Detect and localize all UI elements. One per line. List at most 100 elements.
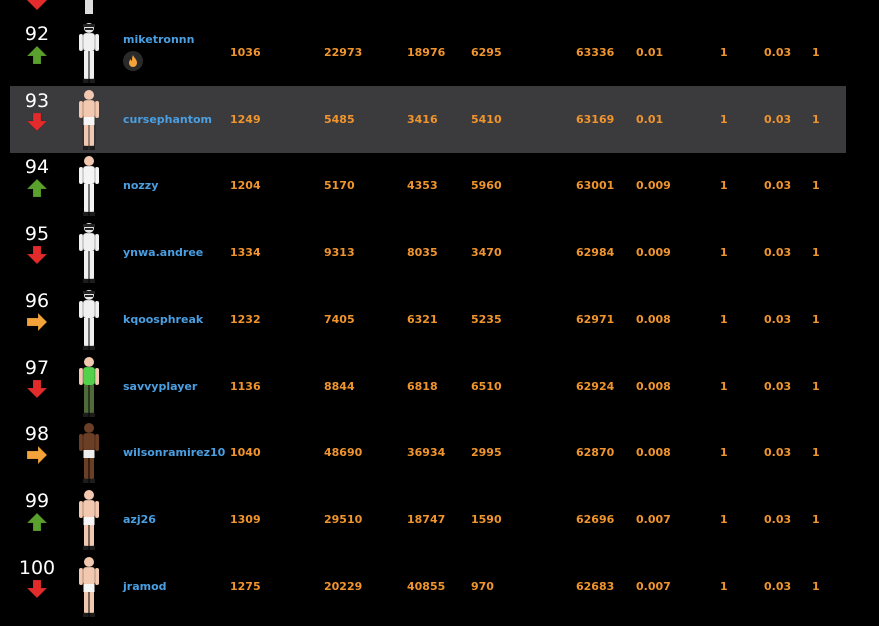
stat-8-cell: 0.03 [764,246,792,260]
stat-4-cell: 6510 [471,379,502,393]
stat-7-cell: 1 [720,512,728,526]
rank-number: 95 [24,223,50,246]
stat-9-cell: 1 [812,112,820,126]
score-cell: 63169 [576,112,615,126]
rank-number: 92 [24,23,50,45]
stat-9-cell: 1 [812,46,820,59]
ratio-cell: 0.01 [636,112,664,126]
stat-1-cell: 1036 [230,46,261,59]
stat-9-cell: 1 [812,246,820,260]
arrow-right-icon [27,446,47,465]
rank-number: 97 [24,356,50,379]
stat-3-cell: 4353 [407,179,438,193]
stat-3-cell: 40855 [407,579,446,593]
ratio-cell: 0.009 [636,179,671,193]
score-cell: 63001 [576,179,615,193]
player-name-link[interactable]: azj26 [123,486,156,553]
stat-2-cell: 48690 [324,446,363,460]
avatar-figure-icon [79,223,99,284]
avatar-figure-icon [79,89,99,150]
stat-4-cell: 5235 [471,312,502,326]
arrow-up-icon [27,46,47,64]
stat-7-cell: 1 [720,579,728,593]
stat-8-cell: 0.03 [764,46,792,59]
stat-4-cell: 3470 [471,246,502,260]
avatar-figure-icon [85,0,93,14]
stat-9-cell: 1 [812,512,820,526]
table-row[interactable]: 99 azj26 1309 29510 18747 1590 62696 0.007 1 0.03… [10,486,846,553]
stat-8-cell: 0.03 [764,512,792,526]
stat-1-cell: 1334 [230,246,261,260]
player-name-link[interactable]: kqoosphreak [123,286,203,353]
rank-number: 100 [18,556,56,579]
rank-number: 93 [24,89,50,112]
stat-2-cell: 7405 [324,312,355,326]
player-name-link[interactable]: nozzy [123,152,158,219]
stat-7-cell: 1 [720,379,728,393]
stat-2-cell: 5485 [324,112,355,126]
stat-4-cell: 2995 [471,446,502,460]
table-row[interactable]: 93 cursephantom 1249 5485 3416 5410 63169 0.01 1… [10,85,846,153]
avatar-figure-icon [79,23,99,83]
score-cell: 62971 [576,312,615,326]
stat-8-cell: 0.03 [764,579,792,593]
avatar-figure-icon [79,356,99,417]
arrow-up-icon [27,179,47,198]
stat-8-cell: 0.03 [764,379,792,393]
stat-9-cell: 1 [812,179,820,193]
stat-4-cell: 1590 [471,512,502,526]
stat-3-cell: 8035 [407,246,438,260]
stat-4-cell: 6295 [471,46,502,59]
stat-2-cell: 20229 [324,579,363,593]
arrow-right-icon [27,312,47,331]
stat-3-cell: 18747 [407,512,446,526]
table-row[interactable]: 94 nozzy 1204 5170 4353 5960 63001 0.009 1 0.03 1 [10,152,846,219]
stat-8-cell: 0.03 [764,446,792,460]
player-name-link[interactable]: savvyplayer [123,353,197,420]
flame-badge-icon [123,51,143,71]
stat-4-cell: 970 [471,579,494,593]
stat-9-cell: 1 [812,312,820,326]
stat-3-cell: 6321 [407,312,438,326]
stat-3-cell: 18976 [407,46,446,59]
stat-8-cell: 0.03 [764,179,792,193]
stat-1-cell: 1040 [230,446,261,460]
avatar-figure-icon [79,156,99,217]
stat-4-cell: 5410 [471,112,502,126]
player-name-link[interactable]: miketronnn [123,33,194,47]
ratio-cell: 0.008 [636,379,671,393]
player-name-link[interactable]: cursephantom [123,86,212,153]
table-row[interactable]: 92 miketronnn 1036 22973 18976 6295 63336 0.01 1… [10,19,846,86]
arrow-up-icon [27,512,47,531]
stat-9-cell: 1 [812,379,820,393]
ratio-cell: 0.007 [636,512,671,526]
leaderboard-table: 92 miketronnn 1036 22973 18976 6295 63336 0.01 1… [0,0,879,626]
ratio-cell: 0.009 [636,246,671,260]
stat-8-cell: 0.03 [764,312,792,326]
table-row[interactable]: 100 jramod 1275 20229 40855 970 62683 0.007 1 0.0… [10,553,846,620]
score-cell: 62683 [576,579,615,593]
table-row-partial [10,0,846,19]
score-cell: 62924 [576,379,615,393]
player-name-link[interactable]: wilsonramirez10 [123,419,225,486]
stat-4-cell: 5960 [471,179,502,193]
stat-7-cell: 1 [720,46,728,59]
player-name-link[interactable]: ynwa.andree [123,219,203,286]
avatar-figure-icon [79,489,99,550]
arrow-down-icon [27,246,47,265]
table-row[interactable]: 98 wilsonramirez10 1040 48690 36934 2995 62870… [10,419,846,486]
player-name-link[interactable]: jramod [123,553,167,620]
table-row[interactable]: 97 savvyplayer 1136 8844 6818 6510 62924 0.008 1… [10,353,846,420]
stat-7-cell: 1 [720,446,728,460]
stat-7-cell: 1 [720,312,728,326]
arrow-down-icon [27,112,47,131]
rank-number: 94 [24,156,50,179]
score-cell: 62870 [576,446,615,460]
stat-1-cell: 1275 [230,579,261,593]
score-cell: 62696 [576,512,615,526]
stat-2-cell: 8844 [324,379,355,393]
table-row[interactable]: 96 kqoosphreak 1232 7405 6321 5235 62971 0.008 1… [10,286,846,353]
table-row[interactable]: 95 ynwa.andree 1334 9313 8035 3470 62984 0.009 1… [10,219,846,286]
stat-1-cell: 1136 [230,379,261,393]
arrow-down-icon [27,0,47,10]
